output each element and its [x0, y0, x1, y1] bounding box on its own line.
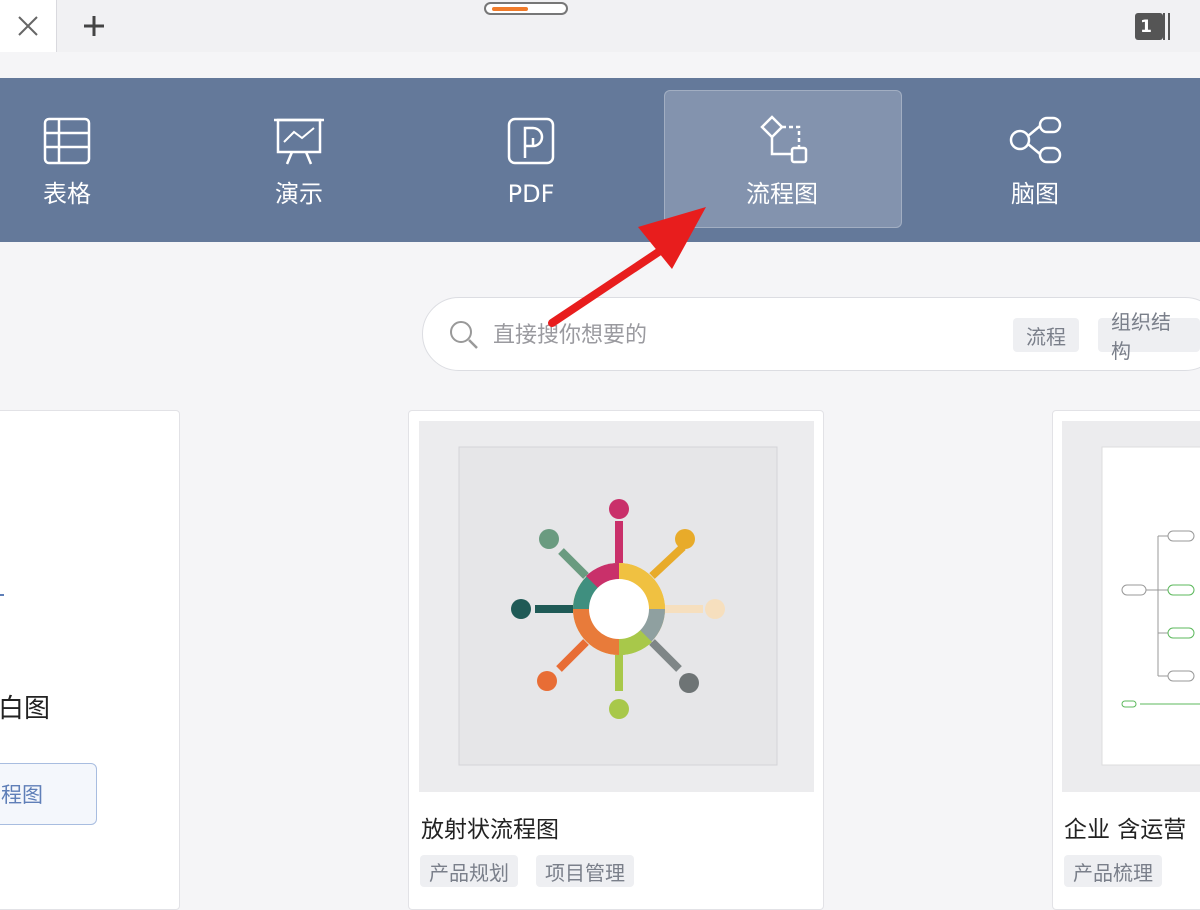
card-tag[interactable]: 项目管理 — [536, 855, 634, 887]
org-flowchart-preview — [1101, 446, 1200, 766]
stacked-windows-icon — [1163, 13, 1170, 40]
category-label: 脑图 — [1011, 180, 1059, 208]
template-thumbnail[interactable] — [419, 421, 814, 792]
tab-bar — [0, 0, 1200, 53]
drag-handle[interactable] — [484, 2, 568, 15]
category-mindmap[interactable]: 脑图 — [968, 78, 1102, 242]
category-label: 表格 — [43, 180, 91, 208]
presentation-icon — [274, 118, 324, 165]
card-title: 白图 — [0, 694, 51, 724]
category-presentation[interactable]: 演示 — [232, 78, 366, 242]
create-flowchart-button[interactable]: 程图 — [0, 763, 97, 825]
button-label: 程图 — [1, 783, 43, 807]
search-chip[interactable]: 组织结构 — [1098, 310, 1200, 363]
category-table[interactable]: 表格 — [0, 78, 134, 242]
close-icon[interactable] — [17, 15, 39, 37]
template-thumbnail[interactable] — [1062, 421, 1200, 792]
active-tab[interactable] — [0, 0, 57, 52]
pdf-icon — [507, 117, 555, 165]
search-bar — [422, 297, 1200, 371]
new-tab-button[interactable] — [72, 8, 116, 44]
template-card-left[interactable] — [0, 410, 180, 910]
card-tag[interactable]: 产品梳理 — [1064, 855, 1162, 887]
search-icon — [450, 321, 478, 349]
radial-flowchart-preview — [458, 446, 778, 766]
mindmap-icon — [1009, 116, 1062, 164]
card-title: 企业 含运营 — [1064, 817, 1187, 843]
search-chip[interactable]: 流程 — [1013, 318, 1079, 352]
flowchart-icon — [760, 115, 808, 164]
annotation-arrow — [548, 207, 706, 327]
plus-icon — [84, 16, 104, 36]
category-label: 演示 — [275, 180, 323, 208]
window-count-badge[interactable]: 1 — [1135, 13, 1163, 40]
card-tag[interactable]: 产品规划 — [420, 855, 518, 887]
category-label: 流程图 — [746, 180, 818, 208]
table-icon — [43, 117, 91, 165]
card-title: 放射状流程图 — [421, 817, 559, 843]
